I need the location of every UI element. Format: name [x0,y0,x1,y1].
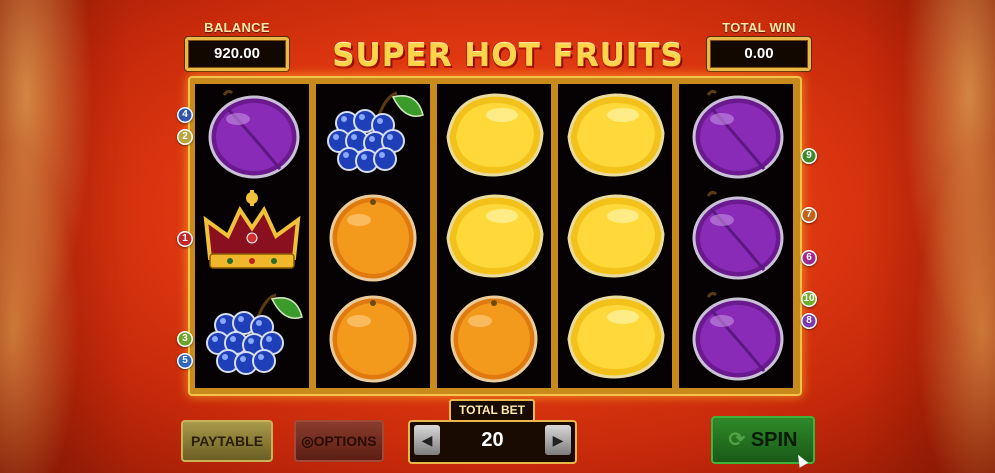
payline-marker-right-10: 10 [801,291,817,307]
flame-decoration-right [865,0,995,473]
crown-icon [195,185,309,286]
reel-grid[interactable] [190,78,800,394]
plum-icon [195,84,309,185]
lemon-icon [558,84,672,185]
paytable-button[interactable]: PAYTABLE [181,420,273,462]
total-bet-value: 20 [481,429,504,451]
total-bet-label: TOTAL BET [449,399,535,422]
lemon-icon [437,84,551,185]
payline-marker-left-1: 1 [177,231,193,247]
reel-5 [679,84,793,388]
payline-marker-left-5: 5 [177,353,193,369]
orange-icon [316,185,430,286]
chevron-left-icon: ◀ [421,432,433,448]
flame-decoration-left [0,0,130,473]
options-button[interactable]: ◎OPTIONS [294,420,384,462]
lemon-icon [558,286,672,387]
balance-value: 920.00 [185,37,289,71]
lemon-icon [558,185,672,286]
bet-increase-button[interactable]: ▶ [545,425,571,455]
grapes-icon [316,84,430,185]
reel-1 [195,84,309,388]
payline-marker-right-7: 7 [801,207,817,223]
plum-icon [679,84,793,185]
total-bet-selector: ◀ 20 ▶ [408,420,577,464]
reel-2 [316,84,430,388]
reel-4 [558,84,672,388]
options-gear-icon: ◎ [301,433,314,449]
balance-meter: BALANCE 920.00 [185,20,289,71]
reel-3 [437,84,551,388]
lemon-icon [437,185,551,286]
logo-text: SUPER HOT FRUITS [332,38,684,74]
payline-marker-right-9: 9 [801,148,817,164]
payline-marker-left-4: 4 [177,107,193,123]
payline-marker-left-3: 3 [177,331,193,347]
payline-marker-left-2: 2 [177,129,193,145]
grapes-icon [195,286,309,387]
total-win-value: 0.00 [707,37,811,71]
balance-label: BALANCE [204,20,270,35]
spin-arrows-icon: ⟳ [728,429,746,451]
options-label: OPTIONS [313,433,377,449]
chevron-right-icon: ▶ [552,432,564,448]
plum-icon [679,185,793,286]
total-win-label: TOTAL WIN [722,20,796,35]
payline-marker-right-6: 6 [801,250,817,266]
orange-icon [437,286,551,387]
plum-icon [679,286,793,387]
game-logo: SUPER HOT FRUITS [318,36,698,76]
payline-marker-right-8: 8 [801,313,817,329]
bet-decrease-button[interactable]: ◀ [414,425,440,455]
orange-icon [316,286,430,387]
total-win-meter: TOTAL WIN 0.00 [707,20,811,71]
spin-label: SPIN [750,429,798,451]
